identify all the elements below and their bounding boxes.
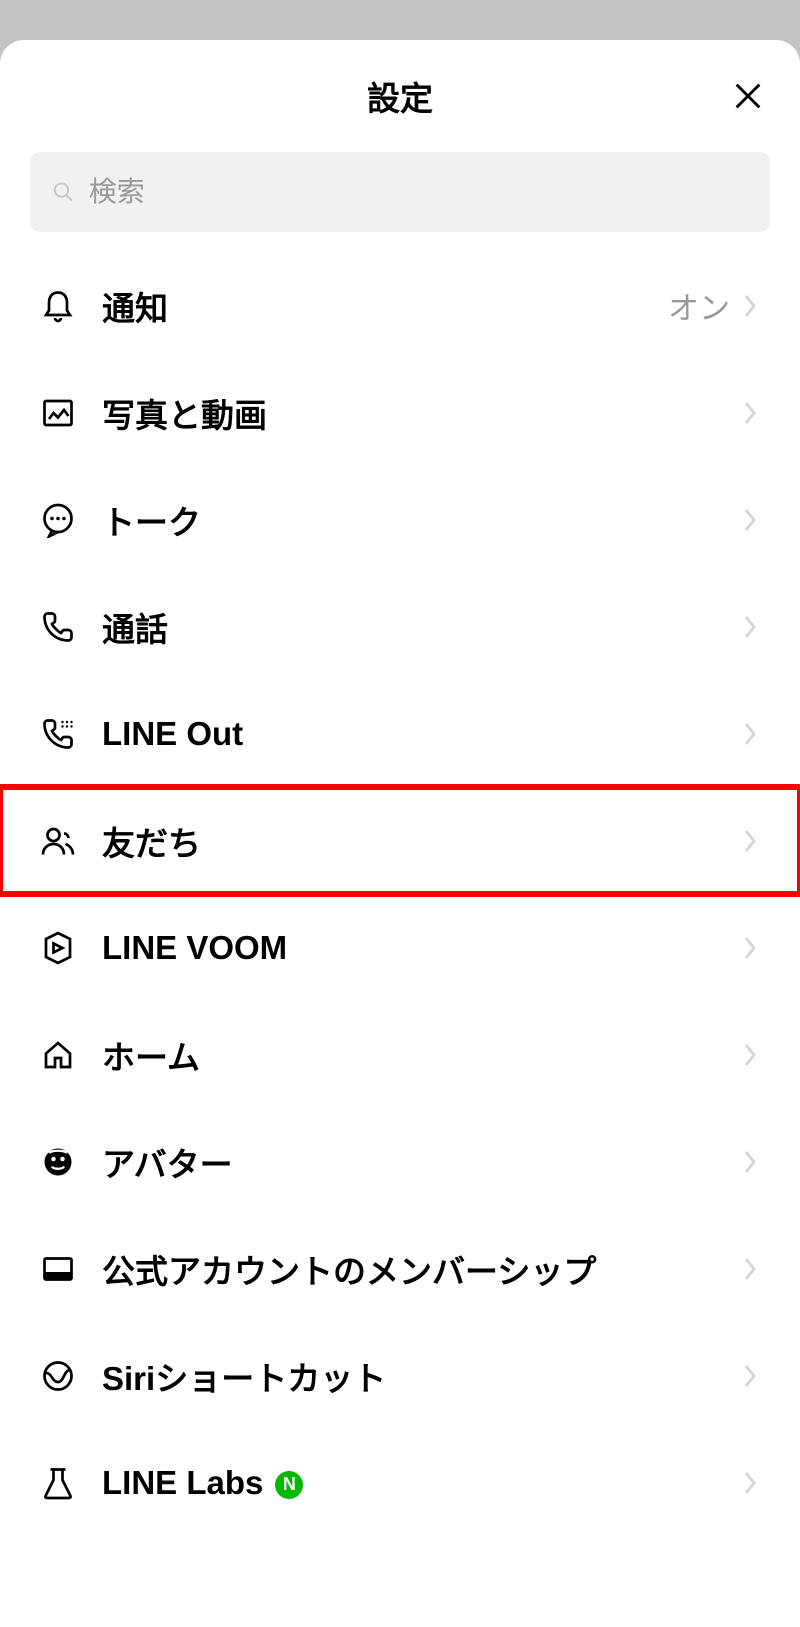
item-label: アバター (102, 1138, 740, 1186)
chevron-right-icon (740, 831, 760, 851)
chevron-right-icon (740, 724, 760, 744)
settings-item-photo[interactable]: 写真と動画 (0, 359, 800, 466)
settings-item-friends[interactable]: 友だち (0, 787, 800, 894)
settings-item-voom[interactable]: LINE VOOM (0, 894, 800, 1001)
chevron-right-icon (740, 1152, 760, 1172)
chevron-right-icon (740, 1366, 760, 1386)
settings-item-bell[interactable]: 通知オン (0, 252, 800, 359)
settings-item-phone-out[interactable]: LINE Out (0, 680, 800, 787)
item-label: 写真と動画 (102, 389, 740, 437)
item-label: トーク (102, 496, 740, 544)
chevron-right-icon (740, 617, 760, 637)
item-label: 通知 (102, 282, 668, 330)
chevron-right-icon (740, 403, 760, 423)
search-icon (52, 180, 75, 204)
item-label: LINE Out (102, 715, 740, 753)
item-label: LINE LabsN (102, 1464, 740, 1502)
labs-icon (40, 1465, 76, 1501)
phone-icon (40, 609, 76, 645)
chevron-right-icon (740, 510, 760, 530)
phone-out-icon (40, 716, 76, 752)
search-box[interactable] (30, 152, 770, 232)
modal-header: 設定 (0, 40, 800, 152)
voom-icon (40, 930, 76, 966)
settings-item-phone[interactable]: 通話 (0, 573, 800, 680)
item-label: ホーム (102, 1031, 740, 1079)
search-input[interactable] (89, 176, 748, 208)
photo-icon (40, 395, 76, 431)
item-label: LINE VOOM (102, 929, 740, 967)
close-button[interactable] (726, 74, 770, 118)
friends-icon (40, 823, 76, 859)
bell-icon (40, 288, 76, 324)
avatar-icon (40, 1144, 76, 1180)
new-badge: N (275, 1471, 303, 1499)
settings-item-home[interactable]: ホーム (0, 1001, 800, 1108)
settings-modal: 設定 通知オン写真と動画トーク通話 LINE Out 友だち LINE VOOM ホーム… (0, 40, 800, 1627)
search-container (0, 152, 800, 252)
chevron-right-icon (740, 1473, 760, 1493)
chevron-right-icon (740, 1045, 760, 1065)
settings-item-siri[interactable]: Siriショートカット (0, 1322, 800, 1429)
siri-icon (40, 1358, 76, 1394)
settings-list: 通知オン写真と動画トーク通話 LINE Out 友だち LINE VOOM ホームアバタ… (0, 252, 800, 1627)
item-label: 通話 (102, 603, 740, 651)
settings-item-avatar[interactable]: アバター (0, 1108, 800, 1215)
settings-item-chat[interactable]: トーク (0, 466, 800, 573)
settings-item-membership[interactable]: 公式アカウントのメンバーシップ (0, 1215, 800, 1322)
item-value: オン (668, 283, 730, 328)
chat-icon (40, 502, 76, 538)
page-title: 設定 (367, 72, 433, 120)
membership-icon (40, 1251, 76, 1287)
item-label: 公式アカウントのメンバーシップ (102, 1245, 740, 1293)
item-label: 友だち (102, 817, 740, 865)
home-icon (40, 1037, 76, 1073)
chevron-right-icon (740, 1259, 760, 1279)
item-label: Siriショートカット (102, 1352, 740, 1400)
chevron-right-icon (740, 938, 760, 958)
settings-item-labs[interactable]: LINE LabsN (0, 1429, 800, 1536)
chevron-right-icon (740, 296, 760, 316)
close-icon (731, 79, 765, 113)
